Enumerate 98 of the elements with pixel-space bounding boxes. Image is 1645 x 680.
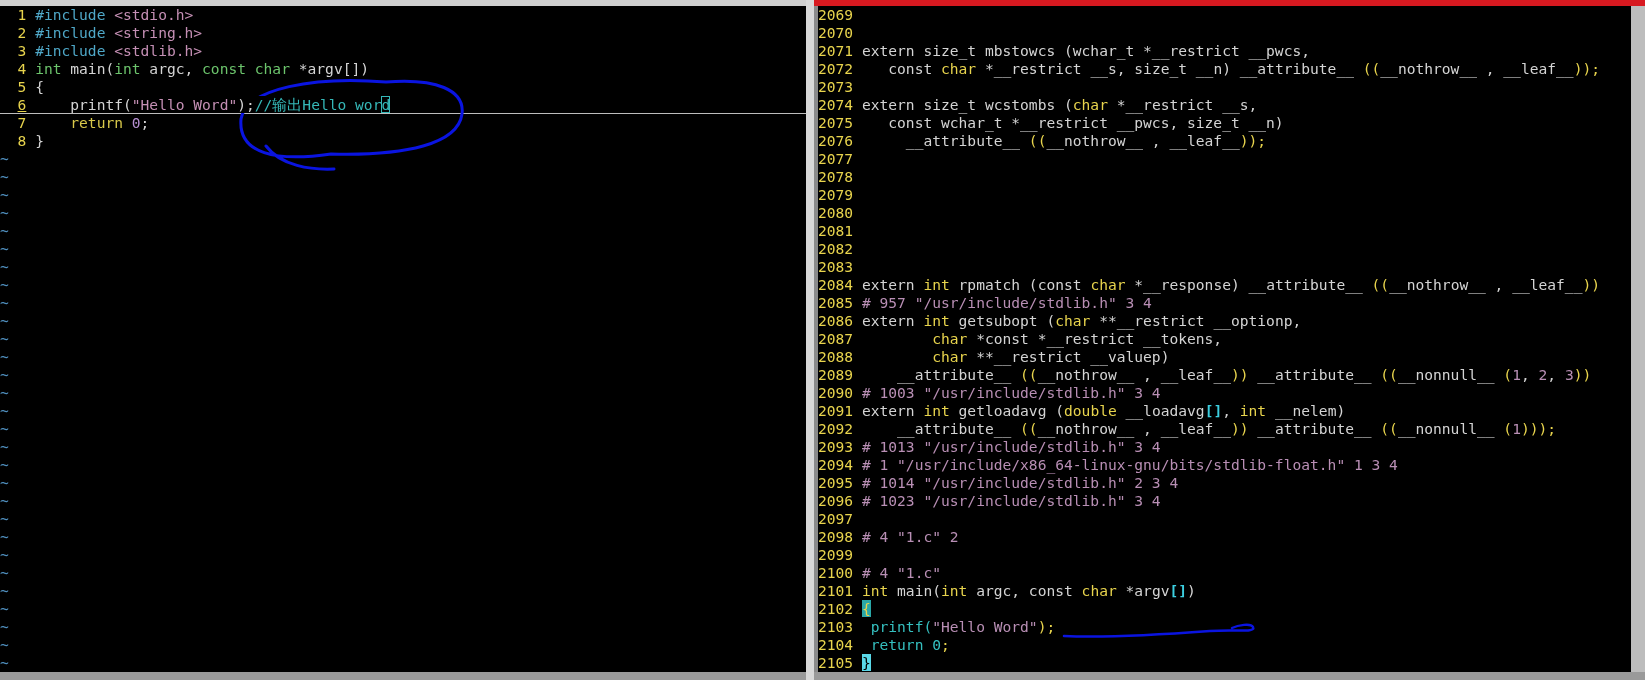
code-line: printf("Hello Word"); [869, 618, 1056, 636]
empty-line-tilde: ~ [0, 438, 9, 456]
code-line: const char *__restrict __s, size_t __n) __attribute__ ((__nothrow__ , __leaf__)); [887, 60, 1600, 78]
line-number: 2080 [818, 204, 854, 222]
code-line: # 4 "1.c" [861, 564, 941, 582]
line-number: 2090 [818, 384, 854, 402]
empty-line-tilde: ~ [0, 204, 9, 222]
line-number: 2076 [818, 132, 854, 150]
line-number: 3 [16, 42, 27, 60]
empty-line-tilde: ~ [0, 546, 9, 564]
line-number: 2093 [818, 438, 854, 456]
code-line: extern int rpmatch (const char *__response) __attribute__ ((__nothrow__ , __leaf__)) [861, 276, 1600, 294]
line-number: 2070 [818, 24, 854, 42]
code-line: int main(int argc, const char *argv[]) [861, 582, 1196, 600]
empty-line-tilde: ~ [0, 330, 9, 348]
empty-line-tilde: ~ [0, 420, 9, 438]
line-number: 4 [16, 60, 27, 78]
line-number: 8 [16, 132, 27, 150]
line-number: 1 [16, 6, 27, 24]
code-line: # 1 "/usr/include/x86_64-linux-gnu/bits/stdlib-float.h" 1 3 4 [861, 456, 1398, 474]
code-line: # 1014 "/usr/include/stdlib.h" 2 3 4 [861, 474, 1179, 492]
line-number: 6 [16, 96, 27, 113]
line-number: 2096 [818, 492, 854, 510]
line-number: 2087 [818, 330, 854, 348]
line-number: 2094 [818, 456, 854, 474]
empty-line-tilde: ~ [0, 348, 9, 366]
line-number: 2102 [818, 600, 854, 618]
empty-line-tilde: ~ [0, 384, 9, 402]
line-number: 2083 [818, 258, 854, 276]
empty-line-tilde: ~ [0, 564, 9, 582]
line-number: 2105 [818, 654, 854, 672]
empty-line-tilde: ~ [0, 258, 9, 276]
scrollbar[interactable] [1631, 6, 1645, 672]
code-line: # 1003 "/usr/include/stdlib.h" 3 4 [861, 384, 1161, 402]
line-number: 2095 [818, 474, 854, 492]
line-number: 2099 [818, 546, 854, 564]
empty-line-tilde: ~ [0, 240, 9, 258]
line-number: 2081 [818, 222, 854, 240]
code-line: __attribute__ ((__nothrow__ , __leaf__)) __attribute__ ((__nonnull__ (1, 2, 3)) [896, 366, 1592, 384]
empty-line-tilde: ~ [0, 222, 9, 240]
line-number: 2069 [818, 6, 854, 24]
code-line: const wchar_t *__restrict __pwcs, size_t __n) [887, 114, 1284, 132]
empty-line-tilde: ~ [0, 654, 9, 672]
line-number: 2104 [818, 636, 854, 654]
line-number: 2071 [818, 42, 854, 60]
line-number: 2078 [818, 168, 854, 186]
code-line: # 1013 "/usr/include/stdlib.h" 3 4 [861, 438, 1161, 456]
empty-line-tilde: ~ [0, 150, 9, 168]
code-line: # 957 "/usr/include/stdlib.h" 3 4 [861, 294, 1152, 312]
empty-line-tilde: ~ [0, 528, 9, 546]
code-line: # 1023 "/usr/include/stdlib.h" 3 4 [861, 492, 1161, 510]
empty-line-tilde: ~ [0, 186, 9, 204]
line-number: 7 [16, 114, 27, 132]
line-number: 2073 [818, 78, 854, 96]
empty-line-tilde: ~ [0, 366, 9, 384]
line-number: 2086 [818, 312, 854, 330]
empty-line-tilde: ~ [0, 402, 9, 420]
empty-line-tilde: ~ [0, 276, 9, 294]
line-number: 2089 [818, 366, 854, 384]
line-number: 2082 [818, 240, 854, 258]
line-number: 2097 [818, 510, 854, 528]
empty-line-tilde: ~ [0, 636, 9, 654]
code-line: extern int getsubopt (char **__restrict __optionp, [861, 312, 1302, 330]
empty-line-tilde: ~ [0, 312, 9, 330]
line-number: 2 [16, 24, 27, 42]
empty-line-tilde: ~ [0, 600, 9, 618]
line-number: 2103 [818, 618, 854, 636]
code-line: extern size_t wcstombs (char *__restrict __s, [861, 96, 1258, 114]
line-number: 2088 [818, 348, 854, 366]
line-number: 2091 [818, 402, 854, 420]
line-number: 2084 [818, 276, 854, 294]
code-line: return 0; [869, 636, 950, 654]
line-number: 2100 [818, 564, 854, 582]
code-line: extern int getloadavg (double __loadavg[], int __nelem) [861, 402, 1346, 420]
empty-line-tilde: ~ [0, 294, 9, 312]
code-line: __attribute__ ((__nothrow__ , __leaf__)); [904, 132, 1267, 150]
empty-line-tilde: ~ [0, 510, 9, 528]
line-number: 2101 [818, 582, 854, 600]
line-number: 2072 [818, 60, 854, 78]
line-number: 2085 [818, 294, 854, 312]
code-line: char **__restrict __valuep) [931, 348, 1170, 366]
line-number: 2074 [818, 96, 854, 114]
code-line: # 4 "1.c" 2 [861, 528, 959, 546]
line-number: 2079 [818, 186, 854, 204]
empty-line-tilde: ~ [0, 582, 9, 600]
line-number: 2098 [818, 528, 854, 546]
code-line: extern size_t mbstowcs (wchar_t *__restrict __pwcs, [861, 42, 1311, 60]
empty-line-tilde: ~ [0, 168, 9, 186]
empty-line-tilde: ~ [0, 492, 9, 510]
line-number: 2075 [818, 114, 854, 132]
code-line: __attribute__ ((__nothrow__ , __leaf__)) __attribute__ ((__nonnull__ (1))); [896, 420, 1557, 438]
line-number: 2092 [818, 420, 854, 438]
line-number: 5 [16, 78, 27, 96]
empty-line-tilde: ~ [0, 456, 9, 474]
code-line: char *const *__restrict __tokens, [931, 330, 1223, 348]
line-number: 2077 [818, 150, 854, 168]
empty-line-tilde: ~ [0, 618, 9, 636]
empty-line-tilde: ~ [0, 474, 9, 492]
